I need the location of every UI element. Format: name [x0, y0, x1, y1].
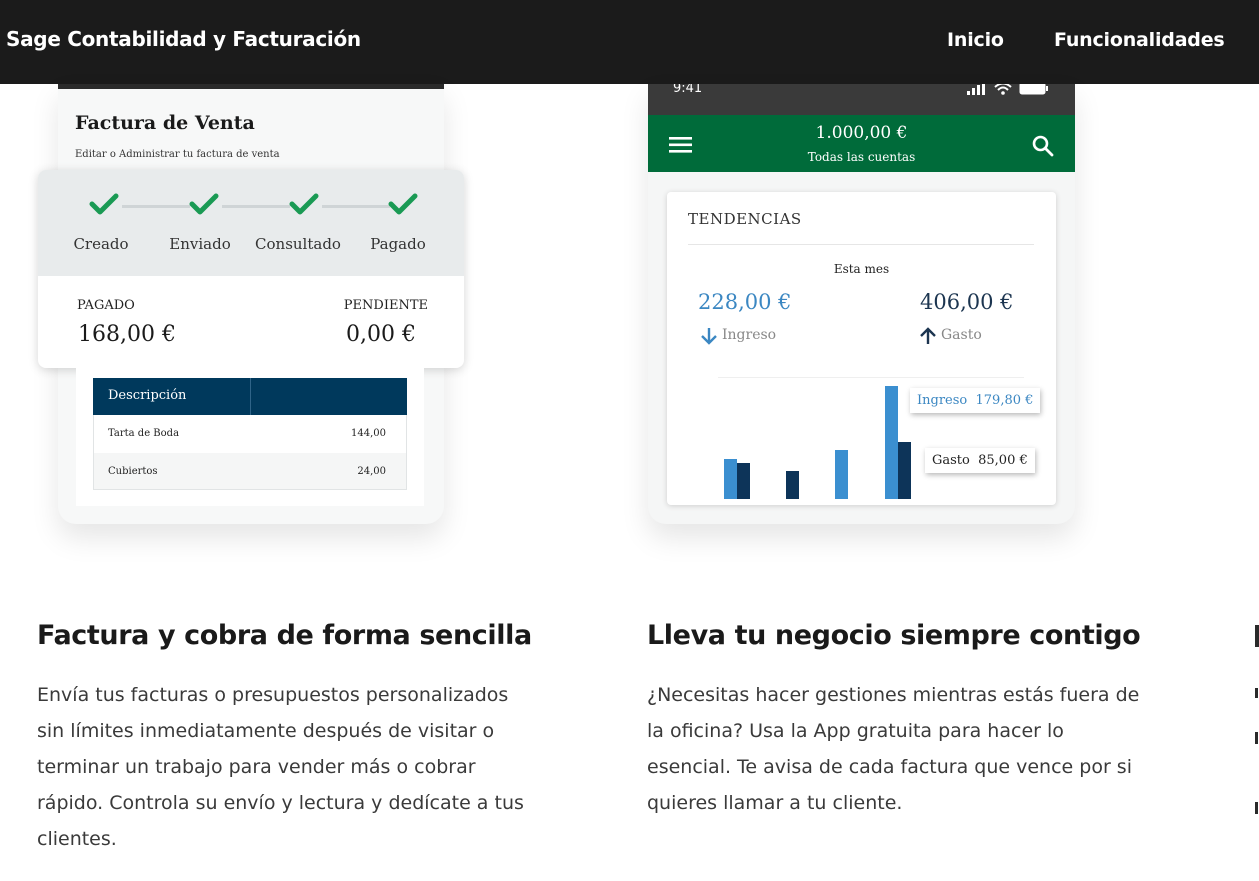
feature-title-mobile: Lleva tu negocio siempre contigo	[647, 620, 1141, 651]
check-icon	[89, 193, 119, 215]
phone-status-bar: 9:41	[648, 84, 1075, 115]
text-line: rápido. Controla su envío y lectura y de…	[37, 792, 524, 814]
next-feature-text-fragment	[1255, 802, 1258, 814]
step-label-pagado: Pagado	[370, 235, 426, 253]
row-description: Cubiertos	[108, 466, 158, 477]
feature-text-invoicing: Envía tus facturas o presupuestos person…	[37, 677, 524, 857]
phone-app-mockup: 9:41 1.000,00 € Todas las cuentas TENDEN…	[648, 84, 1075, 524]
phone-clock: 9:41	[673, 84, 703, 96]
brand-logo-link[interactable]: Sage Contabilidad y Facturación	[6, 27, 361, 51]
step-label-enviado: Enviado	[169, 235, 231, 253]
income-bar[interactable]	[885, 385, 898, 499]
text-line: quieres llamar a tu cliente.	[647, 792, 903, 814]
invoice-mockup-top-border	[58, 84, 444, 89]
check-icon	[189, 193, 219, 215]
nav-link-funcionalidades[interactable]: Funcionalidades	[1054, 29, 1225, 51]
invoice-subtitle: Editar o Administrar tu factura de venta	[75, 149, 280, 160]
arrow-down-icon	[701, 328, 717, 345]
paid-label: PAGADO	[77, 298, 135, 313]
status-connector	[222, 205, 290, 208]
nav-link-inicio[interactable]: Inicio	[947, 29, 1004, 51]
tooltip-expense-value: 85,00 €	[978, 453, 1028, 468]
text-line: clientes.	[37, 828, 117, 850]
battery-icon	[1019, 84, 1048, 95]
next-feature-text-fragment	[1255, 688, 1258, 698]
status-connector	[122, 205, 190, 208]
next-feature-title-fragment	[1255, 625, 1259, 647]
invoice-status-panel: Creado Enviado Consultado Pagado PAGADO …	[38, 170, 464, 368]
table-row: Cubiertos 24,00	[93, 453, 407, 490]
feature-text-mobile: ¿Necesitas hacer gestiones mientras está…	[647, 677, 1139, 821]
wifi-icon	[994, 84, 1012, 95]
row-description: Tarta de Boda	[108, 428, 180, 439]
expense-tooltip: Gasto 85,00 €	[925, 448, 1035, 473]
account-balance: 1.000,00 €	[815, 123, 908, 143]
income-bar[interactable]	[724, 458, 737, 499]
divider	[718, 377, 1024, 378]
invoice-title: Factura de Venta	[75, 112, 255, 134]
search-icon[interactable]	[1032, 135, 1054, 157]
trends-title: TENDENCIAS	[688, 210, 802, 228]
status-steps-band	[38, 170, 464, 276]
income-tooltip: Ingreso 179,80 €	[910, 388, 1041, 413]
check-icon	[289, 193, 319, 215]
feature-title-invoicing: Factura y cobra de forma sencilla	[37, 620, 532, 651]
divider	[688, 244, 1034, 245]
accounts-selector[interactable]: Todas las cuentas	[648, 150, 1075, 164]
tooltip-income-value: 179,80 €	[975, 393, 1034, 408]
period-label: Esta mes	[833, 262, 890, 276]
table-row: Tarta de Boda 144,00	[93, 415, 407, 453]
income-value: 228,00 €	[698, 290, 792, 314]
expense-value: 406,00 €	[920, 290, 1014, 314]
text-line: terminar un trabajo para vender más o co…	[37, 756, 476, 778]
row-amount: 144,00	[351, 428, 386, 439]
text-line: la oficina? Usa la App gratuita para hac…	[647, 720, 1064, 742]
check-icon	[388, 193, 418, 215]
income-bar[interactable]	[835, 449, 848, 499]
table-header-description: Descripción	[108, 388, 187, 403]
text-line: Envía tus facturas o presupuestos person…	[37, 684, 509, 706]
step-label-creado: Creado	[73, 235, 129, 253]
text-line: ¿Necesitas hacer gestiones mientras está…	[647, 684, 1140, 706]
pending-label: PENDIENTE	[343, 298, 428, 313]
arrow-up-icon	[920, 327, 936, 344]
text-line: sin límites inmediatamente después de vi…	[37, 720, 495, 742]
status-connector	[322, 205, 390, 208]
table-header-divider	[250, 378, 251, 415]
expense-bar[interactable]	[737, 463, 750, 499]
signal-icon	[967, 84, 985, 95]
expense-bar[interactable]	[786, 471, 799, 499]
step-label-consultado: Consultado	[255, 235, 341, 253]
tooltip-income-label: Ingreso	[917, 393, 968, 408]
next-feature-text-fragment	[1255, 732, 1258, 744]
expense-bar[interactable]	[898, 441, 911, 499]
text-line: esencial. Te avisa de cada factura que v…	[647, 756, 1132, 778]
trends-card: TENDENCIAS Esta mes 228,00 € 406,00 € In…	[667, 192, 1056, 505]
row-amount: 24,00	[357, 466, 386, 477]
income-label: Ingreso	[722, 327, 777, 343]
expense-label: Gasto	[941, 327, 982, 343]
paid-value: 168,00 €	[78, 322, 176, 347]
tooltip-expense-label: Gasto	[932, 453, 970, 468]
pending-value: 0,00 €	[346, 322, 416, 347]
